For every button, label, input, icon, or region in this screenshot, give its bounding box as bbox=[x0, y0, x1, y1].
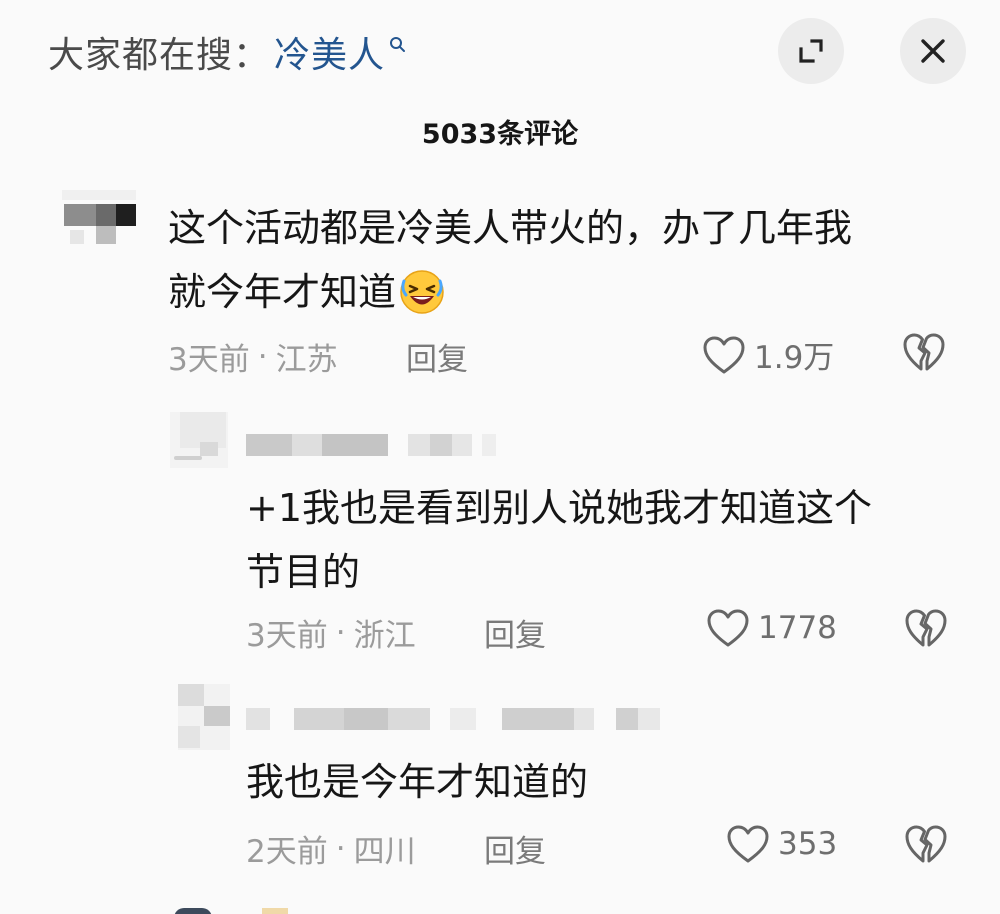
dislike-button[interactable] bbox=[902, 332, 946, 376]
expand-icon bbox=[799, 39, 823, 63]
avatar[interactable] bbox=[178, 684, 230, 750]
comment-meta: 2天前 · 四川 bbox=[246, 826, 416, 871]
meta-separator: · bbox=[335, 614, 346, 651]
comment-count-title: 5033条评论 bbox=[421, 119, 579, 150]
comment-time: 3天前 bbox=[246, 618, 328, 654]
expand-button[interactable] bbox=[778, 18, 844, 84]
comment-time: 2天前 bbox=[246, 834, 328, 870]
username[interactable] bbox=[262, 908, 288, 914]
like-count: 353 bbox=[778, 826, 838, 862]
heart-icon bbox=[707, 609, 749, 647]
avatar[interactable] bbox=[170, 904, 216, 914]
grinning-squinting-face-icon bbox=[400, 269, 444, 314]
username[interactable] bbox=[246, 708, 664, 730]
comment-text-line: +1我也是看到别人说她我才知道这个 bbox=[246, 486, 873, 530]
avatar[interactable] bbox=[170, 412, 228, 468]
dislike-button[interactable] bbox=[904, 824, 948, 868]
close-icon bbox=[921, 39, 945, 63]
search-icon bbox=[390, 37, 406, 52]
comment-text-line: 这个活动都是冷美人带火的，办了几年我 bbox=[168, 206, 853, 250]
comment-time: 3天前 bbox=[168, 342, 250, 378]
comment-meta: 3天前 · 江苏 bbox=[168, 334, 338, 379]
comment-text: +1我也是看到别人说她我才知道这个 节目的 bbox=[246, 476, 872, 604]
close-button[interactable] bbox=[900, 18, 966, 84]
comment-location: 四川 bbox=[353, 834, 416, 870]
reply-button[interactable]: 回复 bbox=[484, 610, 546, 655]
username[interactable] bbox=[246, 434, 500, 456]
like-count: 1778 bbox=[758, 610, 837, 646]
comment-text-line: 节目的 bbox=[246, 550, 361, 594]
comment-text-line: 我也是今年才知道的 bbox=[246, 760, 589, 804]
broken-heart-icon bbox=[905, 609, 947, 647]
dislike-button[interactable] bbox=[904, 608, 948, 652]
comments-panel: 大家都在搜： 冷美人 5033条评论 这个活动都是冷美人带火的，办了几年我 就今… bbox=[0, 0, 1000, 914]
broken-heart-icon bbox=[905, 825, 947, 863]
like-button[interactable]: 1.9万 bbox=[702, 332, 834, 377]
heart-icon bbox=[703, 336, 745, 373]
comment-meta: 3天前 · 浙江 bbox=[246, 610, 416, 655]
comment-location: 江苏 bbox=[275, 342, 338, 378]
comment-text-line: 就今年才知道 bbox=[168, 260, 852, 324]
reply-button[interactable]: 回复 bbox=[484, 826, 546, 871]
trending-search-label: 大家都在搜： bbox=[48, 35, 271, 76]
like-count: 1.9万 bbox=[754, 340, 835, 376]
heart-icon bbox=[727, 825, 769, 863]
meta-separator: · bbox=[335, 830, 346, 867]
comment-text: 我也是今年才知道的 bbox=[246, 750, 588, 814]
comment-location: 浙江 bbox=[353, 618, 416, 654]
reply-button[interactable]: 回复 bbox=[406, 334, 468, 379]
like-button[interactable]: 353 bbox=[726, 824, 837, 864]
avatar[interactable] bbox=[62, 190, 136, 256]
broken-heart-icon bbox=[903, 333, 945, 371]
trending-search-bar[interactable]: 大家都在搜： 冷美人 bbox=[48, 22, 407, 82]
trending-search-keyword[interactable]: 冷美人 bbox=[274, 26, 385, 78]
like-button[interactable]: 1778 bbox=[706, 608, 837, 648]
comment-text: 这个活动都是冷美人带火的，办了几年我 就今年才知道 bbox=[168, 196, 852, 324]
meta-separator: · bbox=[257, 338, 268, 375]
